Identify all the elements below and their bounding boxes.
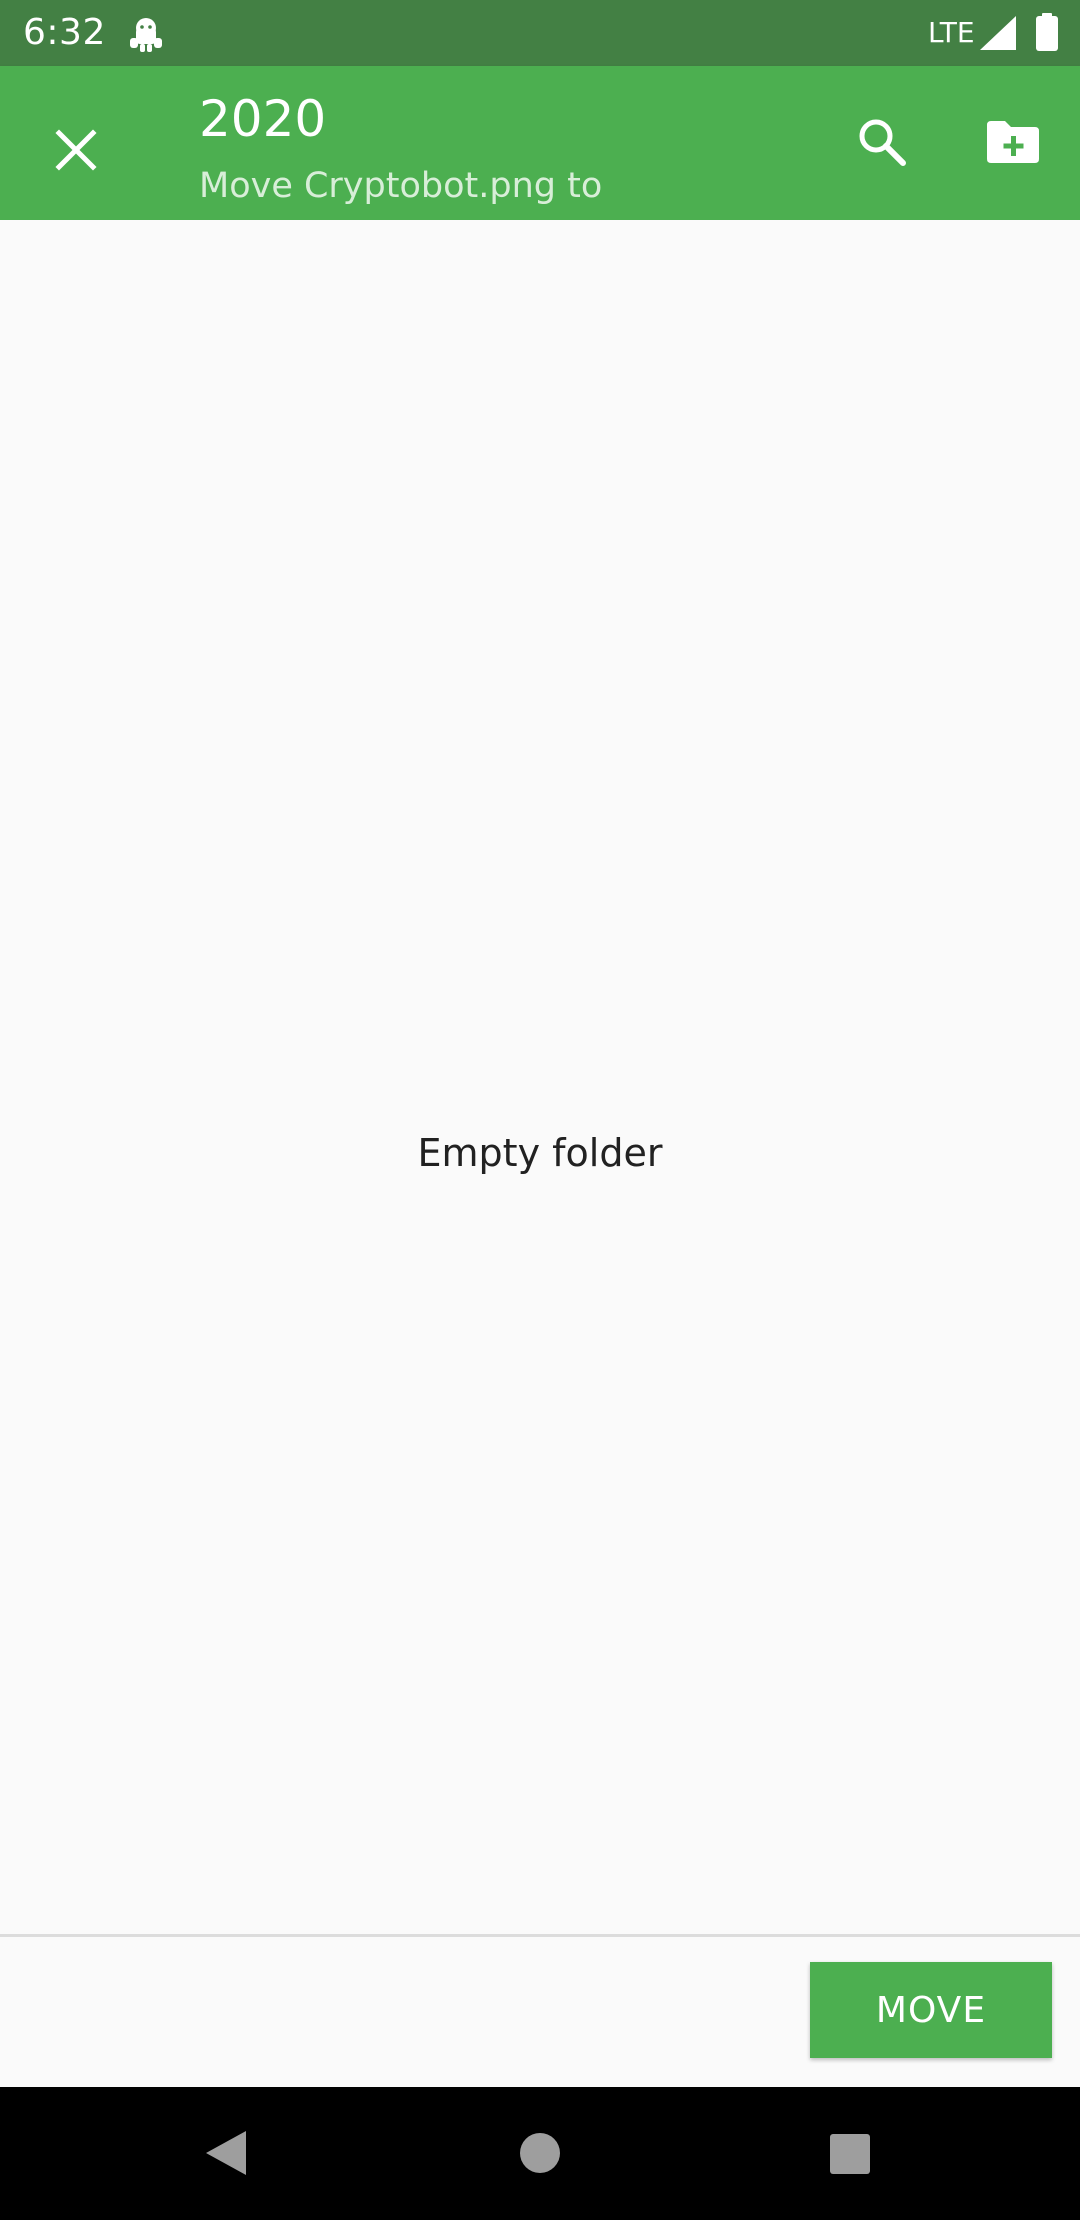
close-button[interactable]: [36, 110, 116, 190]
status-bar: 6:32 LTE: [0, 0, 1080, 66]
search-button[interactable]: [842, 102, 922, 182]
new-folder-button[interactable]: [973, 102, 1053, 182]
page-subtitle: Move Cryptobot.png to: [199, 166, 603, 206]
screen: 6:32 LTE 2020 Move Cryptobot.png to Empt…: [0, 0, 1080, 2220]
move-button[interactable]: MOVE: [810, 1962, 1052, 2058]
home-icon[interactable]: [519, 2132, 561, 2174]
navigation-bar: [0, 2087, 1080, 2220]
recents-icon[interactable]: [829, 2133, 871, 2175]
new-folder-icon: [987, 121, 1039, 163]
network-type-label: LTE: [928, 16, 975, 49]
search-icon: [859, 119, 906, 166]
empty-folder-message: Empty folder: [417, 1131, 663, 1175]
bottom-action-bar: MOVE: [0, 1937, 1080, 2087]
status-time: 6:32: [23, 12, 106, 53]
close-icon: [55, 129, 97, 171]
android-robot-icon: [130, 18, 162, 52]
app-bar: 2020 Move Cryptobot.png to: [0, 66, 1080, 220]
battery-icon: [1036, 13, 1058, 51]
signal-icon: [980, 16, 1016, 50]
page-title: 2020: [199, 90, 327, 148]
back-icon[interactable]: [200, 2127, 252, 2179]
folder-content: Empty folder: [0, 220, 1080, 1934]
